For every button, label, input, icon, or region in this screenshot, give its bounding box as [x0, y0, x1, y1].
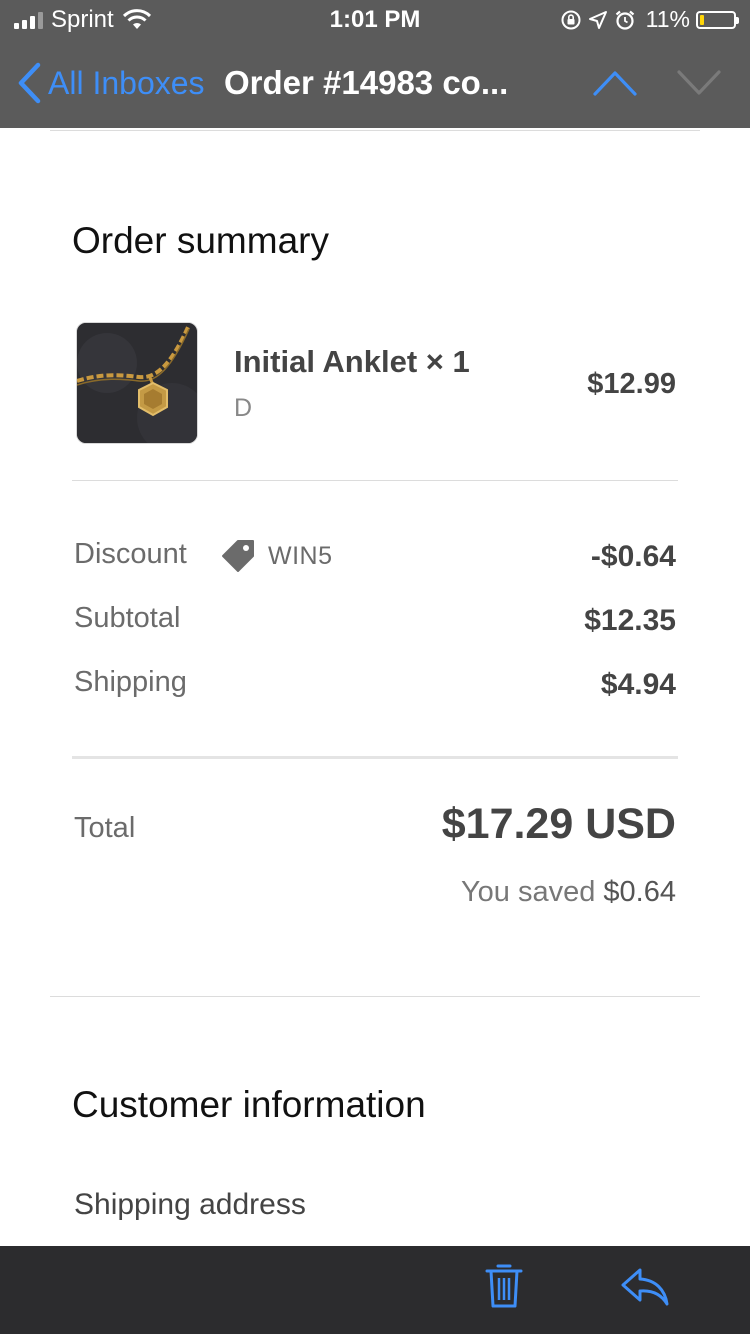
- savings-prefix: You saved: [460, 876, 596, 908]
- divider: [72, 756, 678, 759]
- savings-note: You saved $0.64: [461, 876, 676, 909]
- total-label: Total: [74, 812, 136, 844]
- alarm-icon: [615, 10, 634, 30]
- header: Sprint 1:01 PM 11% All Inboxes Order #14…: [0, 0, 750, 128]
- item-name: Initial Anklet × 1: [234, 344, 470, 379]
- subtotal-label: Subtotal: [74, 602, 181, 634]
- item-price: $12.99: [587, 368, 676, 400]
- orientation-lock-icon: [561, 10, 581, 29]
- location-icon: [588, 10, 607, 29]
- nav-bar: All Inboxes Order #14983 co...: [0, 40, 750, 128]
- shipping-label: Shipping: [74, 666, 187, 698]
- chevron-down-icon: [677, 70, 721, 95]
- discount-value: -$0.64: [590, 540, 676, 573]
- item-variant: D: [234, 394, 253, 422]
- shipping-address-label: Shipping address: [74, 1188, 306, 1221]
- back-label: All Inboxes: [48, 64, 205, 101]
- status-bar-right: 11%: [560, 6, 739, 33]
- customer-information-heading: Customer information: [72, 1084, 426, 1125]
- trash-button[interactable]: [484, 1262, 524, 1315]
- order-summary-heading: Order summary: [72, 220, 329, 261]
- back-button[interactable]: All Inboxes: [16, 62, 205, 104]
- discount-code-tag: WIN5: [220, 538, 333, 574]
- chevron-left-icon: [18, 62, 41, 104]
- battery-level: [700, 14, 704, 25]
- order-line-item: Initial Anklet × 1 D $12.99: [76, 322, 676, 446]
- discount-label: Discount: [74, 538, 187, 570]
- divider: [50, 130, 700, 131]
- savings-amount: $0.64: [603, 876, 676, 908]
- next-message-button[interactable]: [676, 68, 722, 103]
- bottom-toolbar: [0, 1246, 750, 1334]
- reply-button[interactable]: [620, 1266, 670, 1313]
- discount-code: WIN5: [268, 541, 333, 570]
- reply-icon: [621, 1268, 669, 1306]
- battery-percent: 11%: [645, 6, 690, 32]
- total-value: $17.29 USD: [441, 800, 676, 848]
- status-bar: Sprint 1:01 PM 11%: [0, 0, 750, 40]
- divider: [50, 996, 700, 997]
- message-subject: Order #14983 co...: [224, 64, 509, 101]
- tag-icon: [222, 540, 254, 572]
- product-thumbnail: [76, 322, 198, 444]
- chevron-up-icon: [593, 71, 637, 96]
- previous-message-button[interactable]: [592, 68, 638, 103]
- trash-icon: [485, 1264, 523, 1308]
- shipping-value: $4.94: [600, 668, 676, 701]
- subtotal-value: $12.35: [584, 604, 676, 637]
- battery-icon: [696, 10, 739, 29]
- divider: [72, 480, 678, 481]
- email-body[interactable]: Order summary Initial Anklet × 1 D $12.9…: [0, 128, 750, 1246]
